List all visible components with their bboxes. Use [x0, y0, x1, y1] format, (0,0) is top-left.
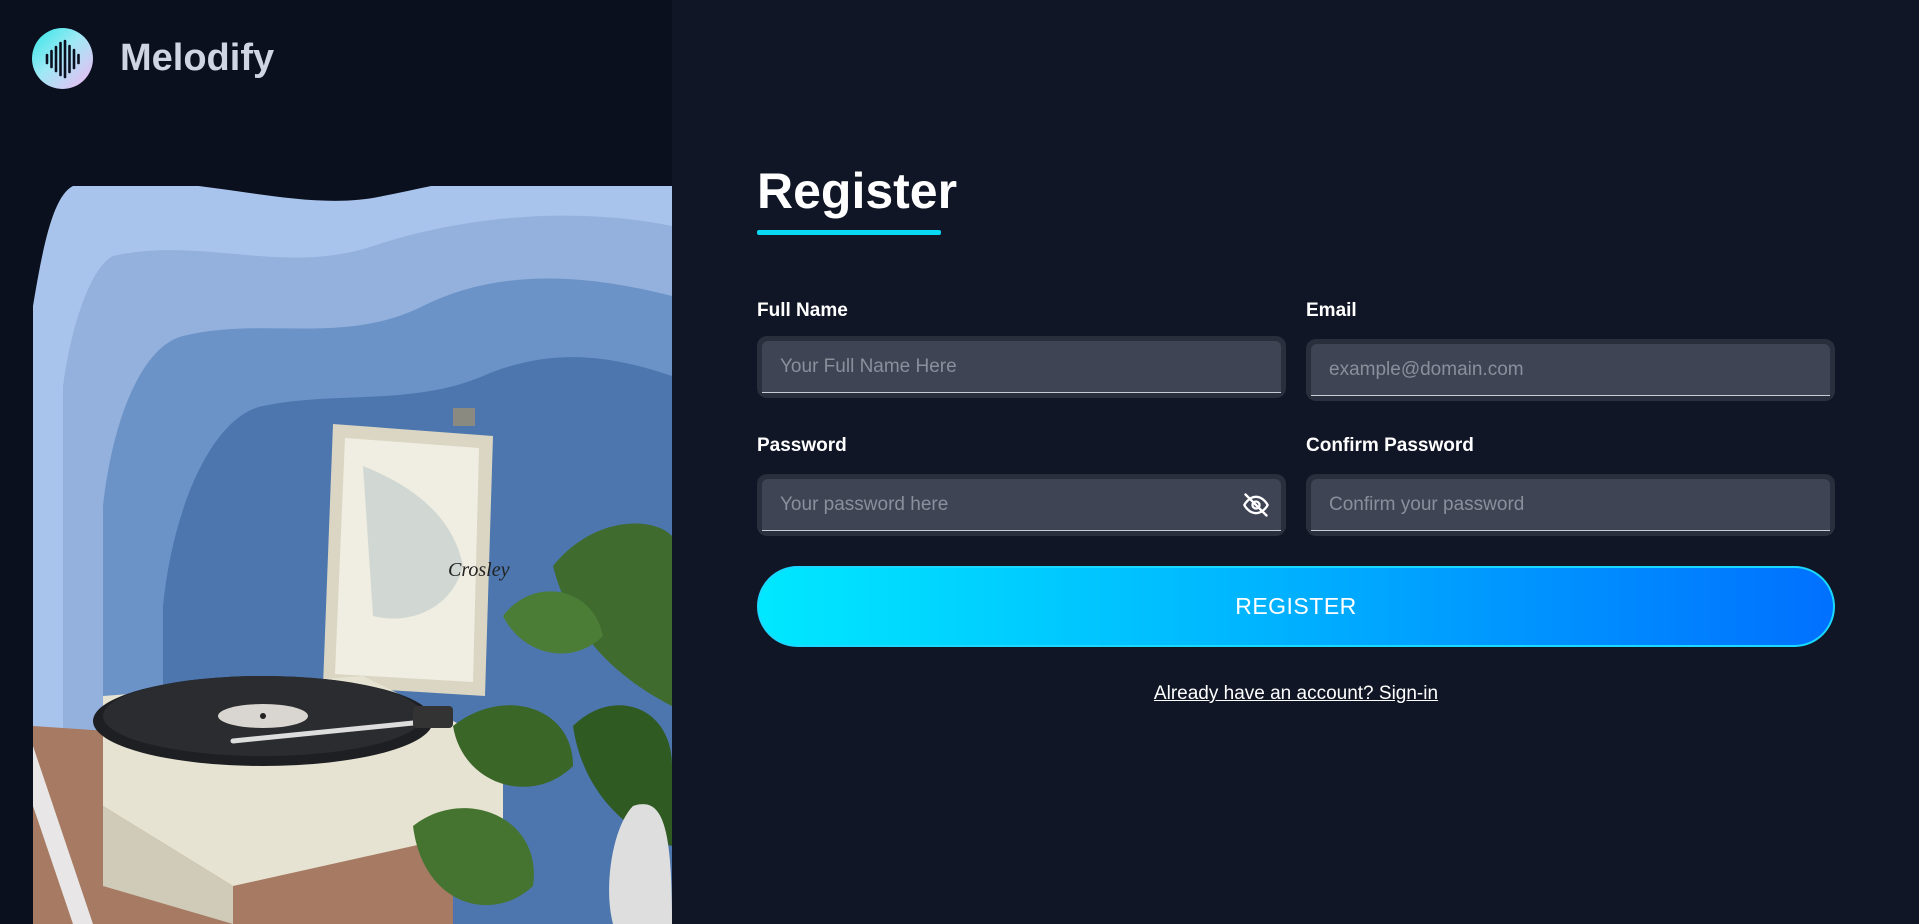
- full-name-field-wrapper: [757, 336, 1286, 398]
- email-field-container: [1311, 344, 1830, 396]
- password-field-wrapper: [757, 474, 1286, 536]
- full-name-field-container: [762, 341, 1281, 393]
- confirm-password-input[interactable]: [1311, 479, 1830, 530]
- brand: Melodify: [32, 28, 274, 89]
- title-underline: [757, 230, 941, 235]
- confirm-password-field-wrapper: [1306, 474, 1835, 536]
- password-input[interactable]: [762, 479, 1281, 530]
- crosley-label: Crosley: [448, 559, 510, 581]
- full-name-label: Full Name: [757, 300, 848, 321]
- eye-off-icon[interactable]: [1241, 490, 1271, 520]
- record-player-illustration: Crosley: [33, 186, 672, 924]
- signin-link[interactable]: Already have an account? Sign-in: [1154, 683, 1438, 704]
- form-panel: [672, 0, 1919, 924]
- register-button[interactable]: REGISTER: [757, 566, 1835, 647]
- signin-link-container: Already have an account? Sign-in: [757, 683, 1835, 705]
- brand-name: Melodify: [120, 37, 275, 79]
- email-field-wrapper: [1306, 339, 1835, 401]
- password-field-container: [762, 479, 1281, 531]
- email-label: Email: [1306, 300, 1357, 321]
- soundwave-icon: [32, 28, 93, 89]
- illustration-panel: Melodify Crosley: [0, 0, 672, 924]
- email-input[interactable]: [1311, 344, 1830, 395]
- password-label: Password: [757, 435, 847, 456]
- confirm-password-field-container: [1311, 479, 1830, 531]
- confirm-password-label: Confirm Password: [1306, 435, 1474, 456]
- page-title: Register: [757, 163, 958, 219]
- full-name-input[interactable]: [762, 341, 1281, 392]
